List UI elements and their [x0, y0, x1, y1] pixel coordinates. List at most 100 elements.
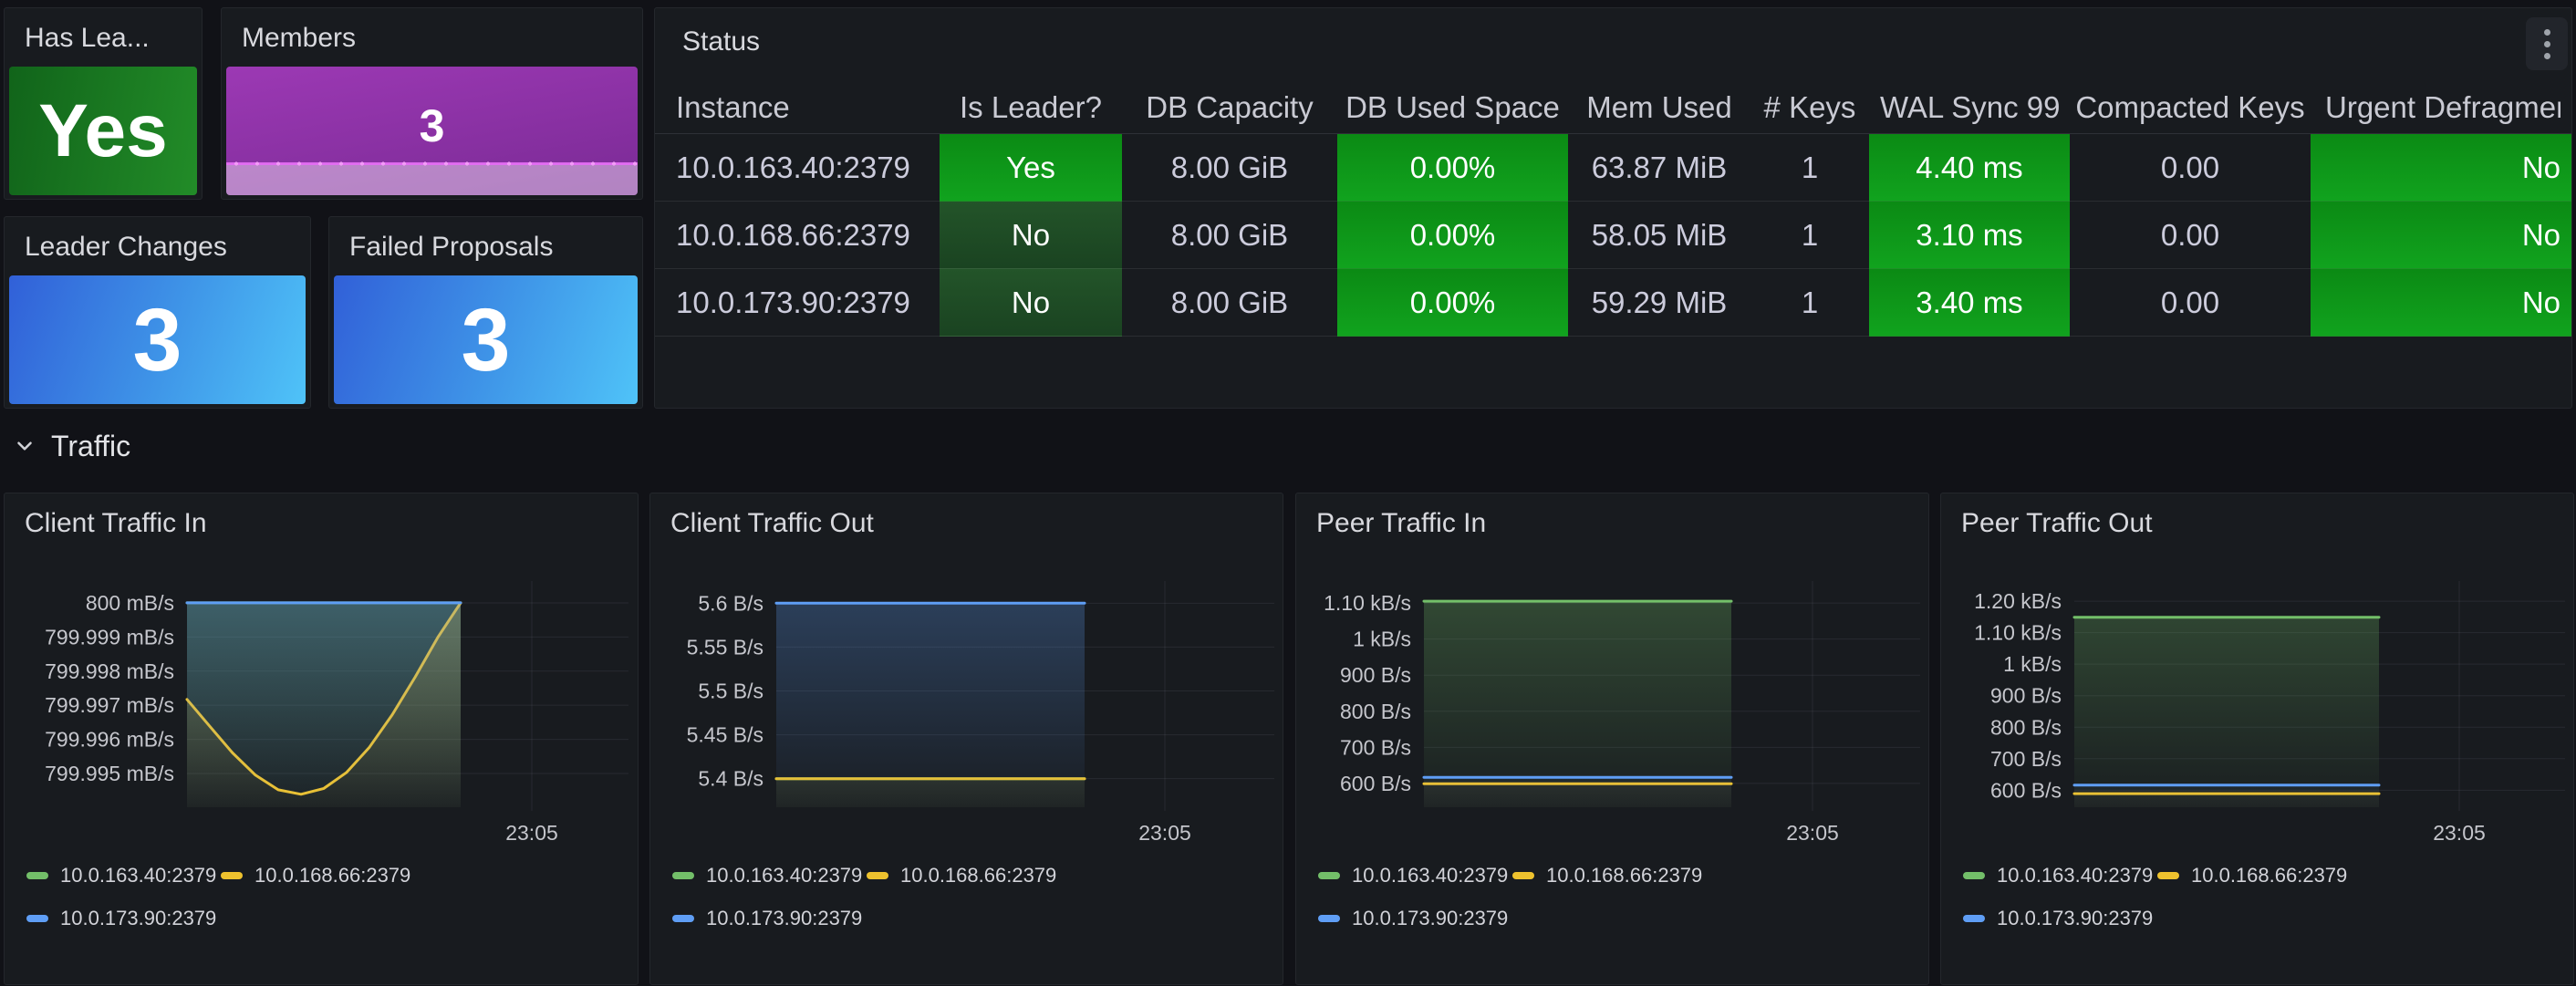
members-stat-background: 3 — [226, 67, 638, 195]
chart-legend: 10.0.163.40:2379 10.0.168.66:2379 10.0.1… — [1963, 862, 2352, 948]
svg-text:5.5 B/s: 5.5 B/s — [698, 679, 763, 702]
svg-text:799.999 mB/s: 799.999 mB/s — [45, 625, 174, 649]
chart-legend: 10.0.163.40:2379 10.0.168.66:2379 10.0.1… — [672, 862, 1061, 948]
legend-item[interactable]: 10.0.163.40:2379 — [1318, 864, 1512, 887]
cell-db-capacity: 8.00 GiB — [1122, 134, 1337, 202]
cell-urgent-defragment: No — [2311, 269, 2571, 337]
kebab-icon — [2544, 29, 2550, 36]
cell-keys: 1 — [1750, 202, 1869, 269]
members-value: 3 — [420, 103, 445, 149]
series-color-swatch — [867, 872, 888, 879]
cell-mem-used: 63.87 MiB — [1568, 134, 1750, 202]
cell-mem-used: 58.05 MiB — [1568, 202, 1750, 269]
svg-text:799.997 mB/s: 799.997 mB/s — [45, 693, 174, 717]
panel-peer-traffic-in: Peer Traffic In 1.10 kB/s1 kB/s900 B/s80… — [1295, 493, 1929, 985]
svg-text:900 B/s: 900 B/s — [1990, 684, 2062, 708]
panel-leader-changes: Leader Changes 3 — [4, 216, 311, 409]
svg-text:23:05: 23:05 — [1138, 821, 1191, 845]
legend-item[interactable]: 10.0.168.66:2379 — [2157, 864, 2352, 887]
series-color-swatch — [2157, 872, 2179, 879]
cell-is-leader: No — [940, 269, 1122, 337]
panel-members: Members 3 — [221, 7, 643, 200]
series-color-swatch — [1963, 915, 1985, 922]
failed-proposals-stat-background: 3 — [334, 275, 638, 404]
column-header-instance[interactable]: Instance — [655, 81, 940, 134]
table-row: 10.0.173.90:2379 No 8.00 GiB 0.00% 59.29… — [655, 269, 2571, 337]
series-color-swatch — [26, 872, 48, 879]
chart-legend: 10.0.163.40:2379 10.0.168.66:2379 10.0.1… — [1318, 862, 1707, 948]
svg-text:1 kB/s: 1 kB/s — [2003, 652, 2062, 676]
cell-wal-sync: 4.40 ms — [1869, 134, 2070, 202]
series-color-swatch — [221, 872, 243, 879]
chevron-down-icon — [13, 434, 36, 458]
panel-peer-traffic-out: Peer Traffic Out 1.20 kB/s1.10 kB/s1 kB/… — [1940, 493, 2574, 985]
svg-text:1 kB/s: 1 kB/s — [1353, 628, 1411, 651]
svg-text:700 B/s: 700 B/s — [1340, 735, 1411, 759]
column-header-compacted-keys[interactable]: Compacted Keys — [2070, 81, 2311, 134]
legend-item[interactable]: 10.0.173.90:2379 — [1318, 907, 1512, 930]
svg-text:1.10 kB/s: 1.10 kB/s — [1974, 621, 2062, 645]
cell-wal-sync: 3.10 ms — [1869, 202, 2070, 269]
column-header-db-used-space[interactable]: DB Used Space — [1337, 81, 1568, 134]
cell-db-capacity: 8.00 GiB — [1122, 269, 1337, 337]
has-leader-value: Yes — [38, 94, 167, 169]
panel-menu-button[interactable] — [2526, 17, 2568, 70]
column-header-keys[interactable]: # Keys — [1750, 81, 1869, 134]
svg-text:800 B/s: 800 B/s — [1340, 700, 1411, 723]
legend-item[interactable]: 10.0.173.90:2379 — [672, 907, 867, 930]
svg-text:799.998 mB/s: 799.998 mB/s — [45, 659, 174, 683]
cell-urgent-defragment: No — [2311, 202, 2571, 269]
svg-text:5.55 B/s: 5.55 B/s — [687, 635, 763, 659]
panel-client-traffic-out: Client Traffic Out 5.6 B/s5.55 B/s5.5 B/… — [649, 493, 1283, 985]
column-header-mem-used[interactable]: Mem Used — [1568, 81, 1750, 134]
legend-item[interactable]: 10.0.168.66:2379 — [1512, 864, 1707, 887]
legend-item[interactable]: 10.0.163.40:2379 — [26, 864, 221, 887]
chart-legend: 10.0.163.40:2379 10.0.168.66:2379 10.0.1… — [26, 862, 415, 948]
cell-compacted-keys: 0.00 — [2070, 202, 2311, 269]
svg-text:1.20 kB/s: 1.20 kB/s — [1974, 589, 2062, 613]
panel-title-status: Status — [682, 26, 760, 57]
legend-item[interactable]: 10.0.168.66:2379 — [221, 864, 415, 887]
cell-is-leader: No — [940, 202, 1122, 269]
svg-text:5.45 B/s: 5.45 B/s — [687, 723, 763, 747]
svg-text:23:05: 23:05 — [2433, 821, 2486, 845]
cell-instance: 10.0.168.66:2379 — [655, 202, 940, 269]
section-row-traffic[interactable]: Traffic — [13, 425, 130, 467]
cell-mem-used: 59.29 MiB — [1568, 269, 1750, 337]
series-color-swatch — [1318, 915, 1340, 922]
svg-text:1.10 kB/s: 1.10 kB/s — [1324, 591, 1411, 615]
cell-keys: 1 — [1750, 134, 1869, 202]
legend-item[interactable]: 10.0.163.40:2379 — [1963, 864, 2157, 887]
legend-item[interactable]: 10.0.173.90:2379 — [1963, 907, 2157, 930]
svg-text:800 B/s: 800 B/s — [1990, 715, 2062, 739]
legend-item[interactable]: 10.0.168.66:2379 — [867, 864, 1061, 887]
has-leader-stat-background: Yes — [9, 67, 197, 195]
svg-text:799.996 mB/s: 799.996 mB/s — [45, 728, 174, 752]
column-header-urgent-defragment[interactable]: Urgent Defragment — [2311, 81, 2571, 134]
column-header-is-leader[interactable]: Is Leader? — [940, 81, 1122, 134]
members-sparkline — [226, 164, 638, 195]
cell-db-used-space: 0.00% — [1337, 134, 1568, 202]
cell-urgent-defragment: No — [2311, 134, 2571, 202]
legend-item[interactable]: 10.0.173.90:2379 — [26, 907, 221, 930]
leader-changes-stat-background: 3 — [9, 275, 306, 404]
leader-changes-value: 3 — [133, 296, 182, 384]
svg-text:5.6 B/s: 5.6 B/s — [698, 591, 763, 615]
panel-title-failed-proposals: Failed Proposals — [349, 232, 622, 263]
cell-instance: 10.0.163.40:2379 — [655, 134, 940, 202]
svg-text:600 B/s: 600 B/s — [1340, 772, 1411, 795]
cell-instance: 10.0.173.90:2379 — [655, 269, 940, 337]
series-color-swatch — [672, 915, 694, 922]
cell-compacted-keys: 0.00 — [2070, 134, 2311, 202]
column-header-db-capacity[interactable]: DB Capacity — [1122, 81, 1337, 134]
cell-db-used-space: 0.00% — [1337, 269, 1568, 337]
panel-client-traffic-in: Client Traffic In 800 mB/s799.999 mB/s79… — [4, 493, 639, 985]
status-table: Instance Is Leader? DB Capacity DB Used … — [655, 81, 2571, 337]
table-row: 10.0.168.66:2379 No 8.00 GiB 0.00% 58.05… — [655, 202, 2571, 269]
svg-text:23:05: 23:05 — [1786, 821, 1839, 845]
panel-title-leader-changes: Leader Changes — [25, 232, 290, 263]
panel-status: Status Instance Is Leader? DB Capacity D… — [654, 7, 2572, 409]
column-header-wal-sync[interactable]: WAL Sync 99th — [1869, 81, 2070, 134]
cell-wal-sync: 3.40 ms — [1869, 269, 2070, 337]
legend-item[interactable]: 10.0.163.40:2379 — [672, 864, 867, 887]
